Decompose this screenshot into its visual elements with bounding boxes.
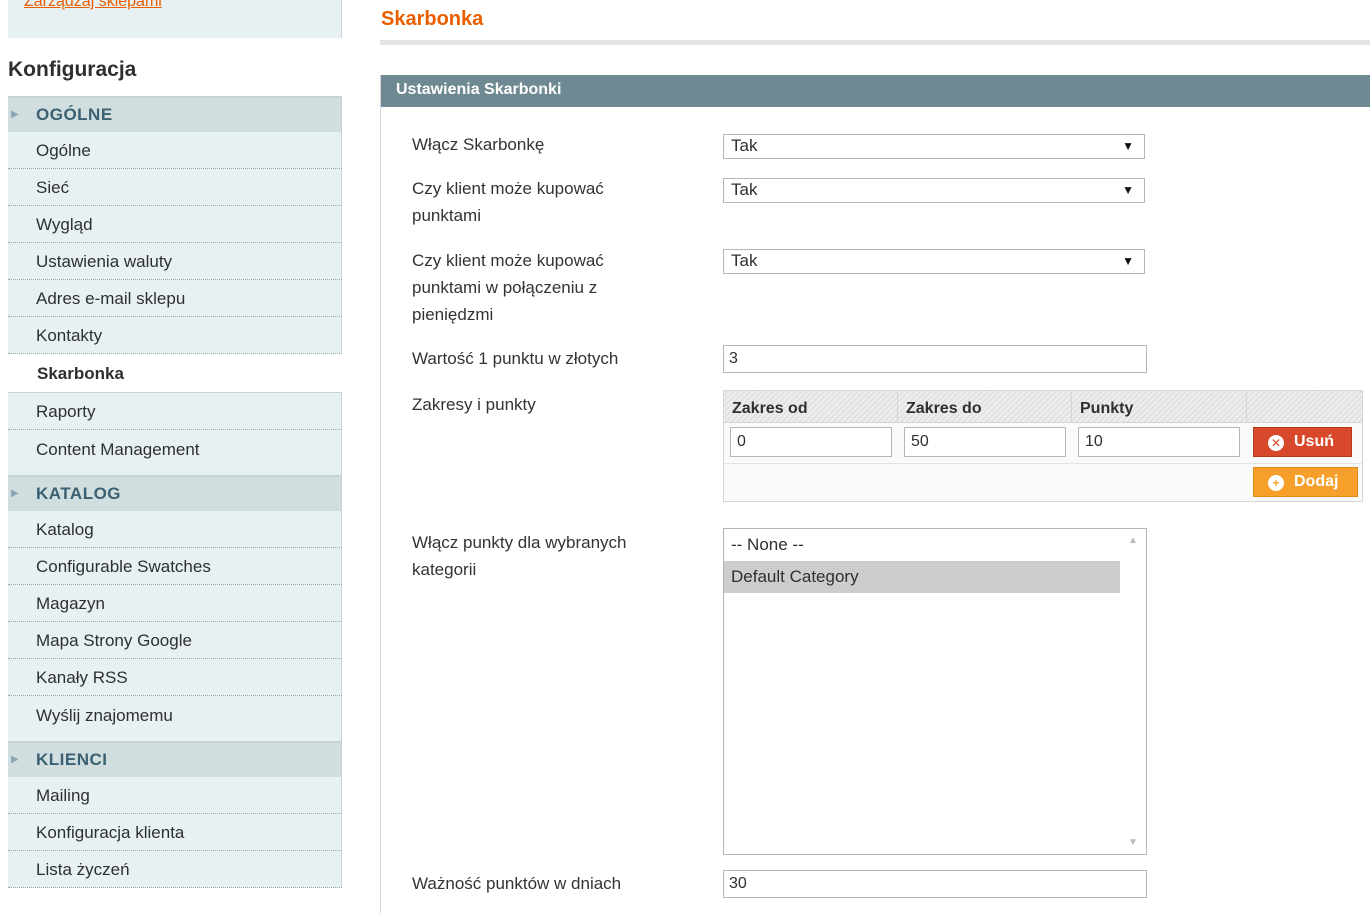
ranges-grid: Zakres od Zakres do Punkty ✕ Usuń + Doda… <box>723 390 1363 502</box>
add-button-label: Dodaj <box>1294 473 1339 490</box>
validity-input[interactable] <box>723 870 1147 898</box>
sidebar-item-swatches[interactable]: Configurable Swatches <box>8 548 342 585</box>
sidebar-item-content-management[interactable]: Content Management <box>8 430 342 475</box>
sidebar-item-general[interactable]: Ogólne <box>8 132 342 169</box>
sidebar-item-reports[interactable]: Raporty <box>8 393 342 430</box>
plus-circle-icon: + <box>1268 475 1284 491</box>
sidebar-item-web[interactable]: Sieć <box>8 169 342 206</box>
triangle-right-icon: ▶ <box>11 754 20 765</box>
sidebar-item-inventory[interactable]: Magazyn <box>8 585 342 622</box>
sidebar-item-sitemap[interactable]: Mapa Strony Google <box>8 622 342 659</box>
sidebar-item-skarbonka[interactable]: Skarbonka <box>8 354 342 393</box>
sidebar-item-wishlist[interactable]: Lista życzeń <box>8 851 342 888</box>
caret-down-icon: ▼ <box>1122 139 1134 153</box>
section-label: KLIENCI <box>36 750 108 769</box>
categories-multiselect[interactable]: -- None -- Default Category ▲ ▼ <box>723 528 1147 855</box>
sidebar-item-design[interactable]: Wygląd <box>8 206 342 243</box>
scroll-down-icon[interactable]: ▼ <box>1128 837 1138 848</box>
sidebar-item-store-email[interactable]: Adres e-mail sklepu <box>8 280 342 317</box>
grid-row-divider <box>724 463 1362 464</box>
caret-down-icon: ▼ <box>1122 254 1134 268</box>
ranges-label: Zakresy i punkty <box>412 395 536 414</box>
close-circle-icon: ✕ <box>1268 435 1284 451</box>
caret-down-icon: ▼ <box>1122 183 1134 197</box>
range-from-input[interactable] <box>730 427 892 457</box>
delete-row-button[interactable]: ✕ Usuń <box>1253 427 1352 457</box>
point-value-label: Wartość 1 punktu w złotych <box>412 349 619 368</box>
scroll-up-icon[interactable]: ▲ <box>1128 535 1138 546</box>
buy-points-label: Czy klient może kupować punktami <box>412 179 604 225</box>
delete-button-label: Usuń <box>1294 433 1334 450</box>
page-title: Skarbonka <box>381 8 484 30</box>
add-row-button[interactable]: + Dodaj <box>1253 467 1358 497</box>
enable-select-value: Tak <box>731 136 758 155</box>
store-manage-area: Zarządzaj sklepami <box>8 0 342 38</box>
sidebar-title: Konfiguracja <box>8 38 342 98</box>
sidebar-item-newsletter[interactable]: Mailing <box>8 777 342 814</box>
section-label: KATALOG <box>36 484 122 503</box>
sidebar-item-send-friend[interactable]: Wyślij znajomemu <box>8 696 342 741</box>
buy-points-select-value: Tak <box>731 180 758 199</box>
col-header-to: Zakres do <box>898 391 1072 422</box>
buy-points-money-select-value: Tak <box>731 251 758 270</box>
sidebar-section-customers[interactable]: ▶ KLIENCI <box>8 743 342 777</box>
grid-header: Zakres od Zakres do Punkty <box>724 391 1362 423</box>
col-header-points: Punkty <box>1072 391 1247 422</box>
col-header-from: Zakres od <box>724 391 898 422</box>
category-option-default[interactable]: Default Category <box>724 561 1120 593</box>
sidebar-item-currency[interactable]: Ustawienia waluty <box>8 243 342 280</box>
buy-points-select[interactable]: Tak ▼ <box>723 178 1145 203</box>
buy-points-money-label: Czy klient może kupować punktami w połąc… <box>412 251 604 324</box>
categories-label: Włącz punkty dla wybranych kategorii <box>412 533 627 579</box>
main-content: Skarbonka Ustawienia Skarbonki Włącz Ska… <box>380 0 1370 913</box>
range-points-input[interactable] <box>1078 427 1240 457</box>
point-value-input[interactable] <box>723 345 1147 373</box>
config-sidebar: Zarządzaj sklepami Konfiguracja ▶ OGÓLNE… <box>8 0 342 913</box>
sidebar-section-catalog[interactable]: ▶ KATALOG <box>8 477 342 511</box>
sidebar-section-general[interactable]: ▶ OGÓLNE <box>8 98 342 132</box>
enable-label: Włącz Skarbonkę <box>412 135 545 154</box>
sidebar-item-rss[interactable]: Kanały RSS <box>8 659 342 696</box>
triangle-right-icon: ▶ <box>11 488 20 499</box>
skarbonka-settings-fieldset: Ustawienia Skarbonki Włącz Skarbonkę Tak… <box>380 75 1370 913</box>
sidebar-item-customer-config[interactable]: Konfiguracja klienta <box>8 814 342 851</box>
manage-stores-link[interactable]: Zarządzaj sklepami <box>24 0 162 11</box>
validity-label: Ważność punktów w dniach <box>412 874 622 893</box>
range-to-input[interactable] <box>904 427 1066 457</box>
sidebar-item-catalog[interactable]: Katalog <box>8 511 342 548</box>
section-label: OGÓLNE <box>36 105 113 124</box>
triangle-right-icon: ▶ <box>11 109 20 120</box>
category-option-none[interactable]: -- None -- <box>724 529 1120 561</box>
title-divider <box>380 40 1370 45</box>
sidebar-item-contacts[interactable]: Kontakty <box>8 317 342 354</box>
fieldset-header[interactable]: Ustawienia Skarbonki <box>381 75 1370 107</box>
buy-points-money-select[interactable]: Tak ▼ <box>723 249 1145 274</box>
enable-select[interactable]: Tak ▼ <box>723 134 1145 159</box>
multiselect-scrollbar[interactable]: ▲ ▼ <box>1120 529 1146 854</box>
